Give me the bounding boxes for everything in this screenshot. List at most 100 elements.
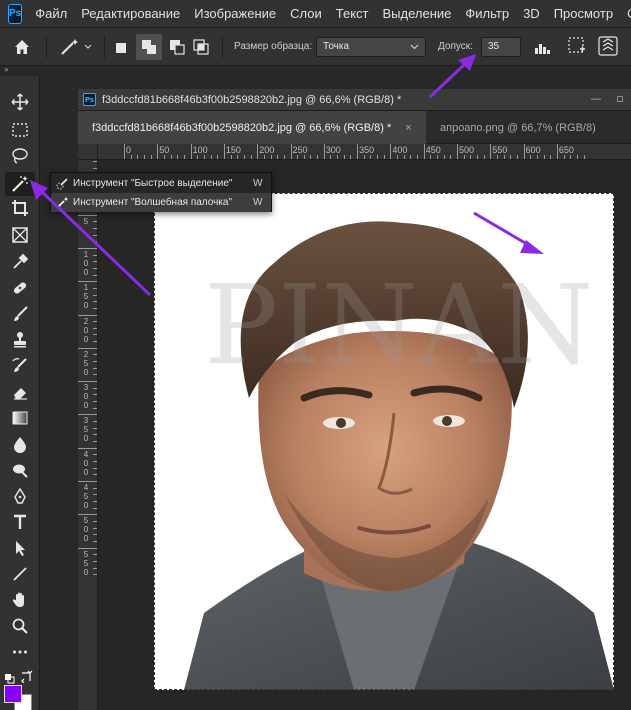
subtract-from-selection-icon[interactable] (168, 38, 186, 60)
new-selection-icon[interactable] (114, 40, 128, 59)
ruler-v-major-tick (78, 247, 97, 249)
anti-alias-icon[interactable] (533, 38, 553, 60)
hand-tool-icon[interactable] (5, 588, 35, 612)
chevron-down-icon (410, 44, 419, 50)
healing-brush-tool-icon[interactable] (5, 276, 35, 300)
pen-tool-icon[interactable] (5, 484, 35, 508)
ruler-h-major-tick (257, 144, 259, 159)
ruler-origin[interactable] (78, 144, 98, 160)
marquee-tool-icon[interactable] (5, 118, 35, 142)
flyout-quick-selection-shortcut: W (253, 178, 263, 189)
ruler-v-minor-tick (93, 341, 97, 343)
sample-size-select[interactable]: Точка (316, 37, 426, 57)
intersect-selection-icon[interactable] (192, 38, 210, 60)
gradient-tool-icon[interactable] (5, 406, 35, 430)
ruler-v-minor-tick (93, 540, 97, 542)
vertical-ruler[interactable]: 5051 0 01 5 02 0 02 5 03 0 03 5 04 0 04 … (78, 160, 98, 710)
watermark-text: PINAN (204, 261, 593, 389)
document-title-bar[interactable]: Ps f3ddccfd81b668f46b3f00b2598820b2.jpg … (78, 89, 631, 111)
refine-edge-icon[interactable] (597, 35, 619, 61)
ruler-h-label: 600 (525, 145, 541, 155)
menu-window[interactable]: Окно (620, 6, 631, 21)
tab-document-2[interactable]: апроапо.png @ 66,7% (RGB/8) (430, 111, 630, 144)
ruler-h-minor-tick (317, 155, 319, 159)
ruler-v-minor-tick (93, 367, 97, 369)
path-selection-tool-icon[interactable] (5, 536, 35, 560)
ruler-h-minor-tick (310, 155, 312, 159)
clone-stamp-tool-icon[interactable] (5, 328, 35, 352)
flyout-magic-wand[interactable]: Инструмент "Волшебная палочка" W (51, 193, 271, 212)
lasso-tool-icon[interactable] (5, 144, 35, 168)
magic-wand-tool-icon[interactable] (5, 172, 35, 196)
flyout-quick-selection[interactable]: Инструмент "Быстрое выделение" W (51, 174, 271, 193)
tolerance-input[interactable]: 35 (481, 37, 521, 57)
select-subject-icon[interactable] (566, 35, 588, 61)
sample-size-value: Точка (323, 41, 350, 52)
blur-tool-icon[interactable] (5, 432, 35, 456)
ruler-h-minor-tick (170, 155, 172, 159)
minimize-icon[interactable]: — (588, 92, 604, 108)
ruler-h-major-tick (157, 144, 159, 159)
tab-document-1[interactable]: f3ddccfd81b668f46b3f00b2598820b2.jpg @ 6… (78, 111, 426, 144)
add-to-selection-icon[interactable] (136, 34, 162, 60)
menu-layers[interactable]: Слои (283, 6, 329, 21)
ruler-h-minor-tick (237, 155, 239, 159)
ruler-h-major-tick (390, 144, 392, 159)
menu-select[interactable]: Выделение (376, 6, 459, 21)
menu-view[interactable]: Просмотр (547, 6, 620, 21)
ruler-v-minor-tick (93, 427, 97, 429)
eraser-tool-icon[interactable] (5, 380, 35, 404)
frame-tool-icon[interactable] (5, 223, 35, 247)
home-icon[interactable] (12, 37, 32, 61)
image-canvas[interactable]: PINAN (154, 193, 614, 690)
ruler-h-label: 350 (359, 145, 375, 155)
menu-type[interactable]: Текст (329, 6, 376, 21)
eyedropper-tool-icon[interactable] (5, 250, 35, 274)
horizontal-ruler[interactable]: 0 50 100 150 200 250 300 350 400 450 500 550 600 650 (98, 144, 631, 160)
swap-colors-icon[interactable] (20, 668, 34, 687)
ruler-h-label: 50 (159, 145, 170, 155)
ruler-h-major-tick (523, 144, 525, 159)
brush-tool-icon[interactable] (5, 302, 35, 326)
menu-image[interactable]: Изображение (187, 6, 283, 21)
ruler-h-minor-tick (297, 155, 299, 159)
magic-wand-icon (51, 196, 73, 210)
ruler-v-minor-tick (93, 361, 97, 363)
move-tool-icon[interactable] (5, 90, 35, 114)
panel-collapse-toggle[interactable]: » (0, 66, 40, 76)
tolerance-label: Допуск: (438, 41, 473, 52)
foreground-color-swatch[interactable] (4, 685, 22, 703)
canvas-area[interactable]: PINAN (98, 160, 631, 710)
tools-panel (0, 76, 40, 710)
ruler-h-major-tick (223, 144, 225, 159)
menu-3d[interactable]: 3D (516, 6, 547, 21)
ruler-h-minor-tick (543, 155, 545, 159)
ruler-v-label: 1 0 0 (83, 249, 89, 277)
ruler-h-major-tick (323, 144, 325, 159)
line-tool-icon[interactable] (5, 562, 35, 586)
ruler-h-minor-tick (443, 155, 445, 159)
ruler-h-minor-tick (437, 155, 439, 159)
ruler-h-minor-tick (370, 155, 372, 159)
ruler-h-minor-tick (417, 155, 419, 159)
ruler-h-minor-tick (510, 155, 512, 159)
zoom-tool-icon[interactable] (5, 614, 35, 638)
ruler-h-minor-tick (563, 155, 565, 159)
dodge-tool-icon[interactable] (5, 458, 35, 482)
menu-edit[interactable]: Редактирование (74, 6, 187, 21)
menu-filter[interactable]: Фильтр (458, 6, 516, 21)
ruler-h-minor-tick (143, 155, 145, 159)
ruler-h-label: 200 (259, 145, 275, 155)
maximize-icon[interactable]: ▫ (612, 92, 628, 108)
ruler-v-minor-tick (93, 261, 97, 263)
crop-tool-icon[interactable] (5, 196, 35, 220)
type-tool-icon[interactable] (5, 510, 35, 534)
ruler-h-minor-tick (210, 155, 212, 159)
close-tab-icon[interactable]: × (405, 122, 411, 134)
history-brush-tool-icon[interactable] (5, 354, 35, 378)
magic-wand-preset-icon[interactable] (58, 36, 94, 62)
menu-file[interactable]: Файл (28, 6, 74, 21)
ruler-h-minor-tick (576, 155, 578, 159)
ruler-v-minor-tick (93, 520, 97, 522)
more-tools-icon[interactable] (5, 640, 35, 664)
